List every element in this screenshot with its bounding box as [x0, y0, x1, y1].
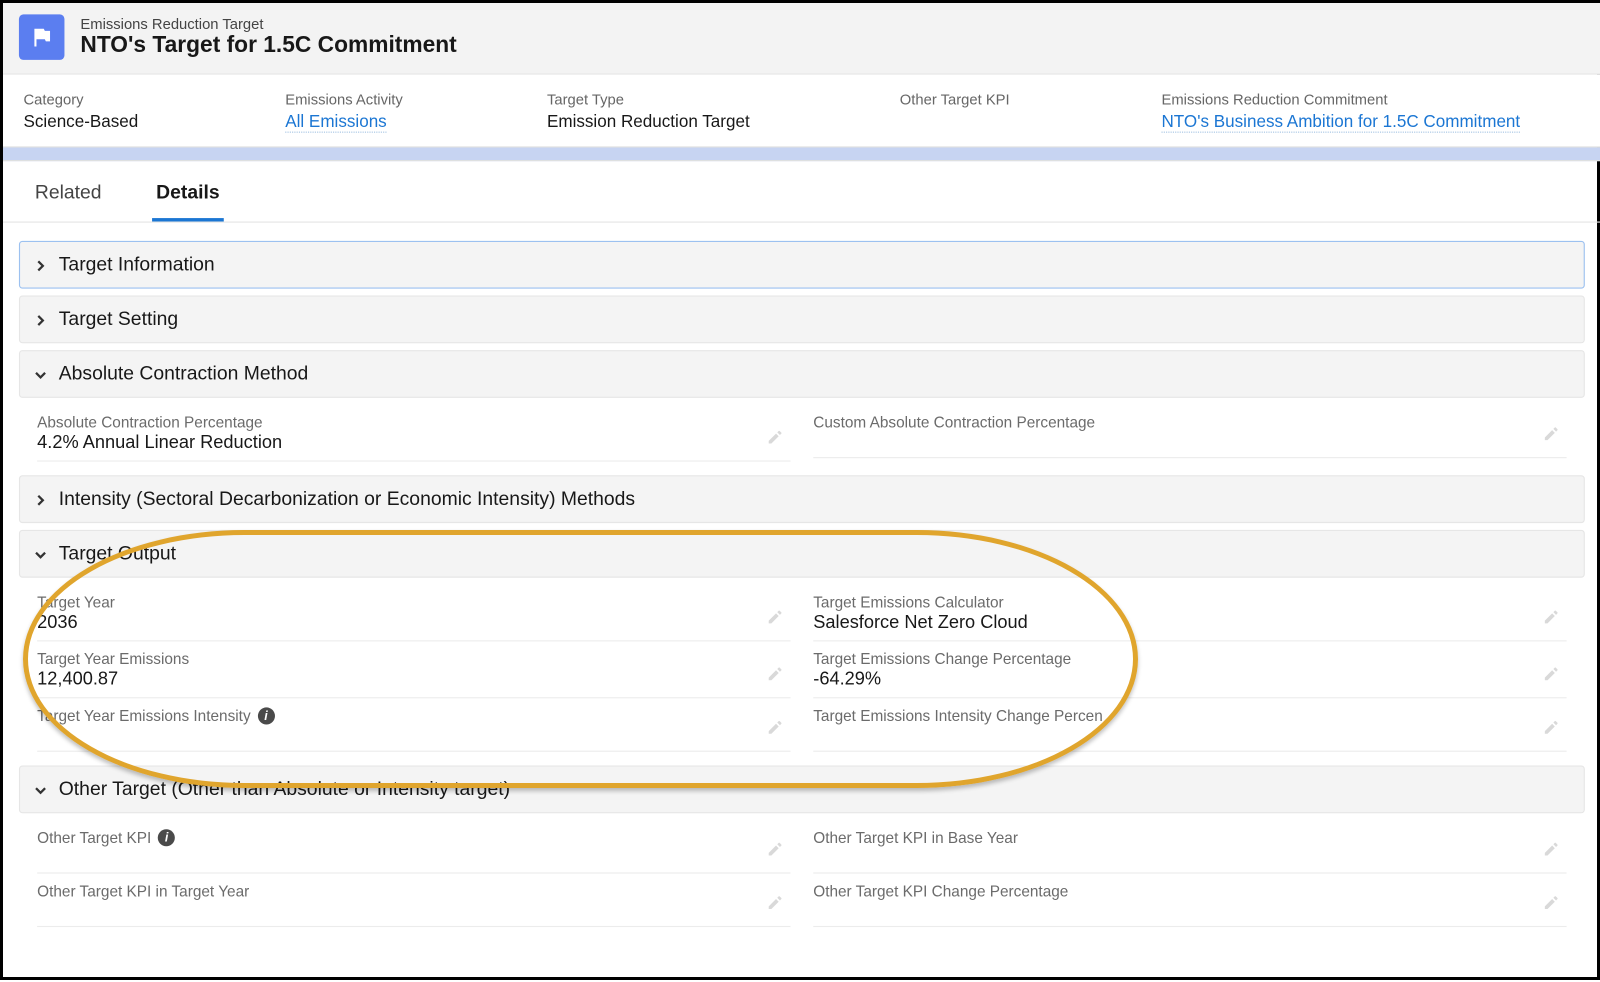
section-title: Intensity (Sectoral Decarbonization or E…: [59, 488, 635, 511]
pencil-icon[interactable]: [1543, 425, 1560, 448]
intensity-label-text: Target Year Emissions Intensity: [37, 707, 250, 724]
section-target-information[interactable]: Target Information: [19, 241, 1585, 289]
section-title: Target Information: [59, 253, 215, 276]
other-kpi-value[interactable]: [37, 846, 790, 873]
category-value: Science-Based: [23, 112, 182, 131]
section-absolute-contraction[interactable]: Absolute Contraction Method: [19, 350, 1585, 398]
pencil-icon[interactable]: [1543, 665, 1560, 688]
info-icon[interactable]: i: [257, 707, 274, 724]
other-target-value[interactable]: [37, 900, 790, 927]
custom-abs-value[interactable]: [813, 431, 1566, 458]
section-intensity-methods[interactable]: Intensity (Sectoral Decarbonization or E…: [19, 475, 1585, 523]
object-label: Emissions Reduction Target: [80, 16, 456, 33]
tab-related[interactable]: Related: [30, 173, 106, 222]
change-label: Target Emissions Change Percentage: [813, 651, 1566, 668]
other-kpi-label: Other Target KPI i: [37, 829, 790, 846]
section-other-target[interactable]: Other Target (Other than Absolute or Int…: [19, 765, 1585, 813]
other-kpi-label-text: Other Target KPI: [37, 829, 151, 846]
category-label: Category: [23, 91, 182, 108]
section-title: Other Target (Other than Absolute or Int…: [59, 778, 510, 801]
change-text: -64.29%: [813, 670, 881, 689]
pencil-icon[interactable]: [767, 429, 784, 452]
section-title: Absolute Contraction Method: [59, 363, 309, 386]
calc-label: Target Emissions Calculator: [813, 594, 1566, 611]
chevron-right-icon: [34, 313, 48, 327]
target-year-label: Target Year: [37, 594, 790, 611]
intensity-value[interactable]: [37, 724, 790, 751]
pencil-icon[interactable]: [767, 841, 784, 864]
intensity-label: Target Year Emissions Intensity i: [37, 707, 790, 724]
pencil-icon[interactable]: [767, 665, 784, 688]
info-icon[interactable]: i: [158, 829, 175, 846]
emissions-text: 12,400.87: [37, 670, 118, 689]
other-base-value[interactable]: [813, 846, 1566, 873]
pencil-icon[interactable]: [1543, 719, 1560, 742]
other-target-label: Other Target KPI in Target Year: [37, 883, 790, 900]
target-year-value[interactable]: 2036: [37, 611, 790, 642]
pencil-icon[interactable]: [767, 894, 784, 917]
emissions-label: Target Year Emissions: [37, 651, 790, 668]
commitment-label: Emissions Reduction Commitment: [1161, 91, 1525, 108]
pencil-icon[interactable]: [1543, 894, 1560, 917]
section-target-output[interactable]: Target Output: [19, 530, 1585, 578]
page-title: NTO's Target for 1.5C Commitment: [80, 33, 456, 59]
pencil-icon[interactable]: [767, 719, 784, 742]
summary-fields: Category Science-Based Emissions Activit…: [3, 75, 1600, 148]
abs-pct-label: Absolute Contraction Percentage: [37, 414, 790, 431]
pencil-icon[interactable]: [767, 608, 784, 631]
chevron-down-icon: [34, 783, 48, 797]
divider-bar: [3, 148, 1600, 162]
pencil-icon[interactable]: [1543, 841, 1560, 864]
commitment-link[interactable]: NTO's Business Ambition for 1.5C Commitm…: [1161, 112, 1520, 132]
chevron-down-icon: [34, 547, 48, 561]
intensity-change-label: Target Emissions Intensity Change Percen: [813, 707, 1566, 724]
calc-text: Salesforce Net Zero Cloud: [813, 613, 1028, 632]
activity-link[interactable]: All Emissions: [285, 112, 386, 132]
record-tabs: Related Details: [3, 161, 1600, 222]
other-change-label: Other Target KPI Change Percentage: [813, 883, 1566, 900]
intensity-change-value[interactable]: [813, 724, 1566, 751]
abs-pct-value[interactable]: 4.2% Annual Linear Reduction: [37, 431, 790, 462]
other-kpi-label: Other Target KPI: [900, 91, 1059, 108]
target-type-value: Emission Reduction Target: [547, 112, 797, 131]
section-title: Target Output: [59, 542, 176, 565]
custom-abs-label: Custom Absolute Contraction Percentage: [813, 414, 1566, 431]
section-target-setting[interactable]: Target Setting: [19, 295, 1585, 343]
chevron-down-icon: [34, 367, 48, 381]
calc-value[interactable]: Salesforce Net Zero Cloud: [813, 611, 1566, 642]
section-title: Target Setting: [59, 308, 178, 331]
emissions-value[interactable]: 12,400.87: [37, 668, 790, 699]
pencil-icon[interactable]: [1543, 608, 1560, 631]
change-value[interactable]: -64.29%: [813, 668, 1566, 699]
tab-details[interactable]: Details: [152, 173, 225, 222]
abs-pct-text: 4.2% Annual Linear Reduction: [37, 433, 282, 452]
target-type-label: Target Type: [547, 91, 797, 108]
chevron-right-icon: [34, 492, 48, 506]
target-year-text: 2036: [37, 613, 78, 632]
record-header: Emissions Reduction Target NTO's Target …: [3, 3, 1600, 75]
other-base-label: Other Target KPI in Base Year: [813, 829, 1566, 846]
chevron-right-icon: [34, 258, 48, 272]
other-change-value[interactable]: [813, 900, 1566, 927]
flag-icon: [19, 14, 65, 60]
activity-label: Emissions Activity: [285, 91, 444, 108]
